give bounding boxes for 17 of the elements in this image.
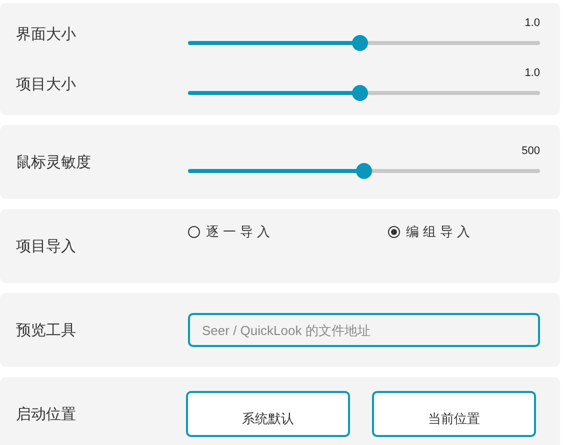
slider-value: 500 — [522, 145, 540, 157]
setting-label: 启动位置 — [16, 404, 77, 424]
setting-label: 界面大小 — [16, 24, 77, 44]
slider[interactable] — [188, 163, 540, 179]
radio-option[interactable]: 编组导入 — [388, 223, 540, 241]
radio-option[interactable]: 逐一导入 — [188, 223, 388, 241]
setting-label: 鼠标灵敏度 — [16, 152, 92, 172]
setting-label: 项目导入 — [16, 236, 77, 256]
slider[interactable] — [188, 35, 540, 51]
slider-value: 1.0 — [524, 17, 540, 29]
option-button[interactable]: 当前位置 — [372, 391, 536, 437]
setting-label: 预览工具 — [16, 320, 77, 340]
option-button[interactable]: 系统默认 — [186, 391, 350, 437]
slider[interactable] — [188, 85, 540, 101]
slider-value: 1.0 — [524, 67, 540, 79]
path-input-field[interactable]: Seer / QuickLook 的文件地址 — [188, 313, 540, 347]
setting-label: 项目大小 — [16, 74, 77, 94]
